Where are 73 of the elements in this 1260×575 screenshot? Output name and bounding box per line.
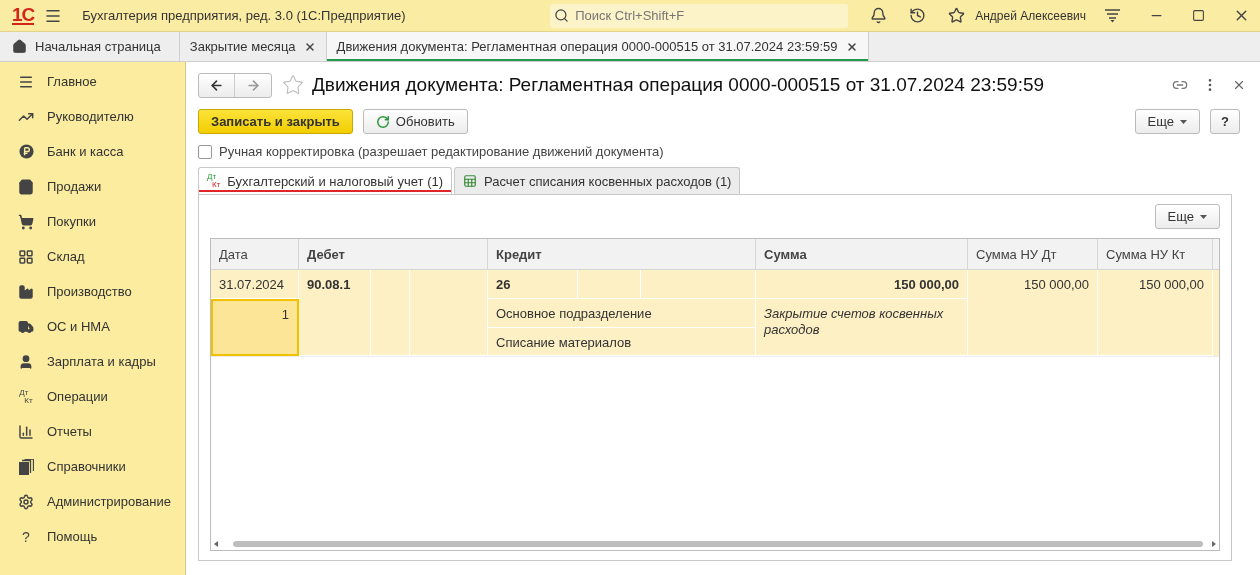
tab-label: Движения документа: Регламентная операция 0000-000515 от 31.07.2024 23:59:59 [336,39,838,54]
app-logo: 1С [12,6,35,25]
close-icon[interactable] [1232,78,1246,92]
table-cell[interactable]: 1 [211,299,299,356]
table-cell [578,270,641,299]
grid-icon [18,248,34,265]
form-tab[interactable]: Дт Кт Бухгалтерский и налоговый учет (1) [198,167,452,194]
close-icon[interactable] [303,40,316,53]
sidebar-item[interactable]: Администрирование [0,484,185,519]
caret-icon [1180,119,1188,124]
table-cell: Основное подразделение [488,299,756,328]
window-tab[interactable]: Движения документа: Регламентная операция 0000-000515 от 31.07.2024 23:59:59 [326,32,869,61]
debit-credit-icon: Дт Кт [19,388,33,405]
column-header[interactable]: Сумма НУ Дт [968,239,1098,269]
help-icon: ? [22,528,30,545]
debit-credit-icon: Дт Кт [207,173,221,189]
manual-edit-checkbox[interactable]: Ручная корректировка (разрешает редактирование движений документа) [198,144,1232,159]
table-cell: 150 000,00 [968,270,1098,356]
refresh-button[interactable]: Обновить [362,109,468,134]
column-header[interactable]: Сумма [756,239,968,269]
home-icon [12,39,27,54]
column-header[interactable]: Дата [211,239,299,269]
tab-label: Закрытие месяца [189,39,296,54]
sidebar-item[interactable]: ОС и НМА [0,309,185,344]
sidebar-item[interactable]: Главное [0,64,185,99]
sidebar-item[interactable]: Покупки [0,204,185,239]
filter-menu-icon[interactable] [1104,8,1121,23]
bell-icon[interactable] [870,7,888,24]
bar-chart-icon [18,423,34,440]
form-title: Движения документа: Регламентная операция 0000-000515 от 31.07.2024 23:59:59 [312,74,1045,96]
table-cell: 150 000,00 [1098,270,1213,356]
table-cell: Закрытие счетов косвенных расходов [756,299,968,356]
close-icon[interactable] [845,40,858,53]
star-icon[interactable] [282,74,304,96]
sidebar-item[interactable]: Производство [0,274,185,309]
sidebar-item[interactable]: Склад [0,239,185,274]
table-cell: Списание материалов [488,328,756,356]
table-cell: 150 000,00 [756,270,968,299]
user-name[interactable]: Андрей Алексеевич [975,8,1086,23]
save-and-close-button[interactable]: Записать и закрыть [198,109,353,134]
settings-icon [18,493,34,510]
sidebar-item[interactable]: Зарплата и кадры [0,344,185,379]
sidebar-item[interactable]: Справочники [0,449,185,484]
form-tab[interactable]: Расчет списания косвенных расходов (1) [454,167,741,194]
maximize-icon[interactable] [1192,9,1205,22]
more-button[interactable]: Еще [1154,204,1220,229]
truck-icon [18,318,34,335]
help-button[interactable]: ? [1210,109,1240,134]
factory-icon [18,283,34,300]
column-header[interactable]: Сумма НУ Кт [1098,239,1213,269]
app-title: Бухгалтерия предприятия, ред. 3.0 (1С:Предприятие) [82,8,406,23]
sidebar-item[interactable]: ? Помощь [0,519,185,554]
history-icon[interactable] [909,7,927,24]
ruble-coin-icon [18,144,34,159]
table-cell: 26 [488,270,578,299]
arrow-right-icon [245,77,261,93]
more-button[interactable]: Еще [1134,109,1201,134]
caret-icon [1200,214,1207,219]
person-icon [18,353,34,370]
books-icon [18,458,34,475]
sidebar-item[interactable]: Продажи [0,169,185,204]
search-icon [554,8,570,23]
star-icon[interactable] [948,7,966,24]
sidebar-item[interactable]: Дт Кт Операции [0,379,185,414]
column-header[interactable]: Дебет [299,239,488,269]
sidebar-item[interactable]: Банк и касса [0,134,185,169]
column-header[interactable]: Кредит [488,239,756,269]
sidebar-item[interactable]: Руководителю [0,99,185,134]
refresh-icon [375,114,390,129]
tab-label: Начальная страница [35,39,161,54]
shopping-cart-icon [18,213,34,230]
table-icon [463,174,477,188]
sidebar-item[interactable]: Отчеты [0,414,185,449]
